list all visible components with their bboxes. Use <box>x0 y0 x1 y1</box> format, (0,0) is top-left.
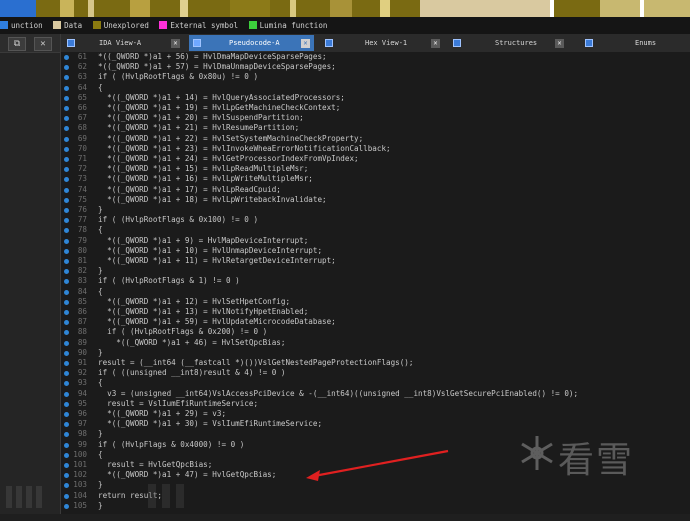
snowflake-logo-icon <box>521 436 553 470</box>
watermark: 看雪 <box>520 431 690 481</box>
corner-watermark-logo <box>0 478 200 514</box>
